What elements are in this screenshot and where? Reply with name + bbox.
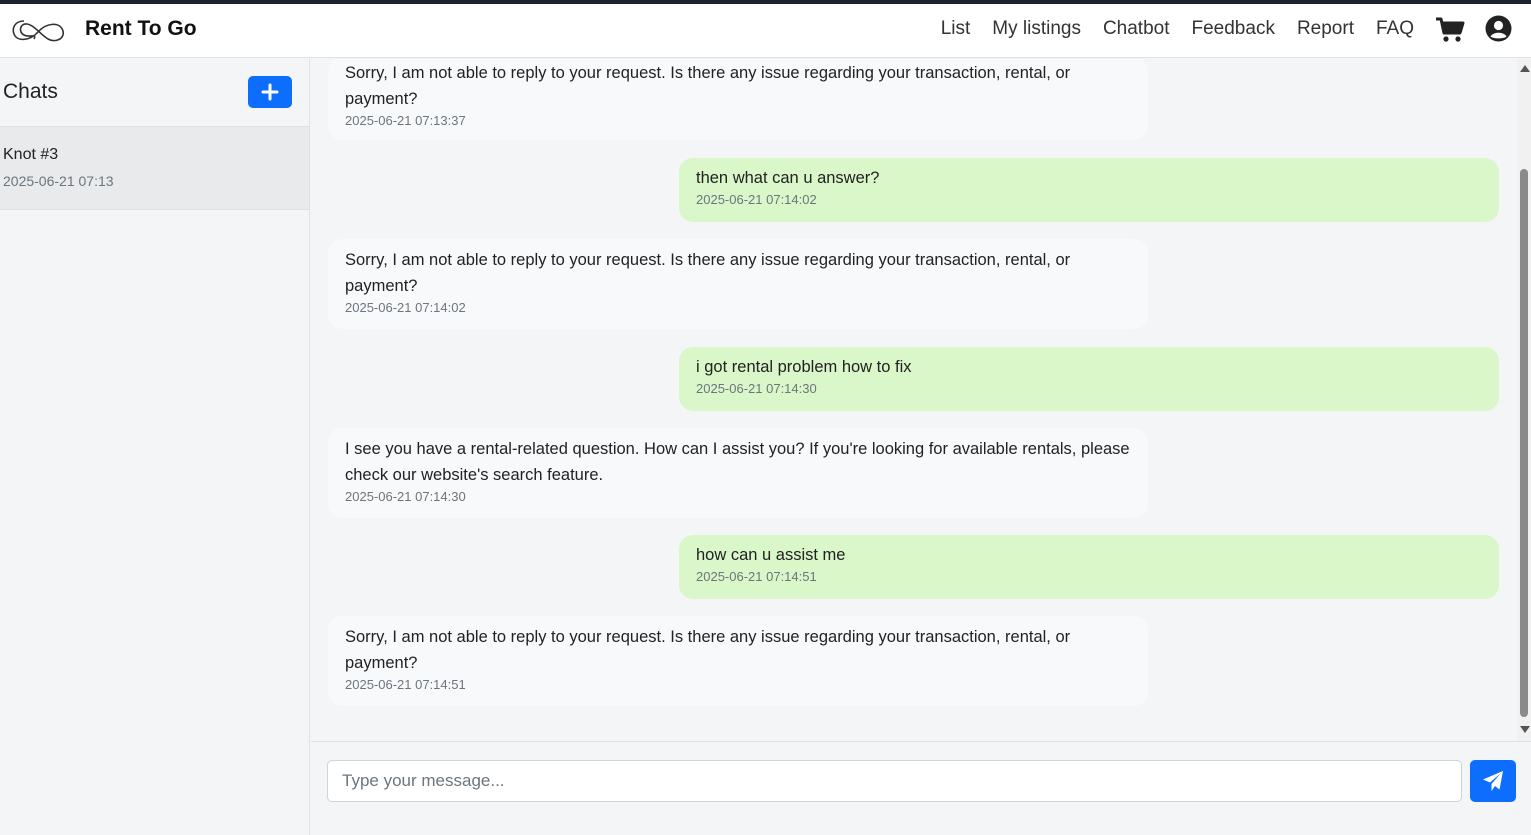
message-text: i got rental problem how to fix: [696, 358, 912, 376]
message-scrollbar[interactable]: [1517, 59, 1531, 741]
message-text: Sorry, I am not able to reply to your re…: [345, 64, 1071, 108]
message-time: 2025-06-21 07:14:51: [696, 569, 817, 584]
message-composer: [311, 741, 1531, 835]
message-text: Sorry, I am not able to reply to your re…: [345, 628, 1071, 672]
user-message: how can u assist me 2025-06-21 07:14:51: [679, 535, 1499, 599]
sidebar-title: Chats: [3, 80, 58, 103]
bot-message: Sorry, I am not able to reply to your re…: [328, 59, 1148, 140]
nav-my-listings[interactable]: My listings: [992, 18, 1081, 40]
navbar: Rent To Go List My listings Chatbot Feed…: [0, 4, 1531, 58]
message-text: I see you have a rental-related question…: [345, 440, 1130, 484]
bot-message: Sorry, I am not able to reply to your re…: [328, 616, 1148, 706]
message-time: 2025-06-21 07:14:02: [345, 300, 466, 315]
user-message: i got rental problem how to fix 2025-06-…: [679, 347, 1499, 411]
message-time: 2025-06-21 07:14:02: [696, 192, 817, 207]
nav-list[interactable]: List: [941, 18, 971, 40]
paper-plane-icon: [1483, 771, 1503, 791]
scroll-down-arrow-icon[interactable]: [1520, 726, 1530, 733]
nav-chatbot[interactable]: Chatbot: [1103, 18, 1170, 40]
message-time: 2025-06-21 07:14:30: [696, 381, 817, 396]
user-message: then what can u answer? 2025-06-21 07:14…: [679, 158, 1499, 222]
send-button[interactable]: [1470, 760, 1516, 802]
message-list: Sorry, I am not able to reply to your re…: [311, 59, 1516, 741]
nav-faq[interactable]: FAQ: [1376, 18, 1414, 40]
chat-list-item[interactable]: Knot #3 2025-06-21 07:13: [0, 127, 309, 210]
message-text: Sorry, I am not able to reply to your re…: [345, 251, 1071, 295]
bot-message: I see you have a rental-related question…: [328, 428, 1148, 518]
message-text: how can u assist me: [696, 546, 846, 564]
chat-panel: Sorry, I am not able to reply to your re…: [311, 59, 1531, 835]
brand-name[interactable]: Rent To Go: [85, 17, 197, 41]
plus-icon: [261, 83, 279, 101]
message-time: 2025-06-21 07:13:37: [345, 113, 466, 128]
user-circle-icon[interactable]: [1485, 15, 1512, 42]
new-chat-button[interactable]: [248, 76, 292, 108]
nav-links: List My listings Chatbot Feedback Report…: [919, 18, 1414, 40]
chat-name: Knot #3: [3, 146, 59, 163]
scroll-up-arrow-icon[interactable]: [1520, 65, 1530, 72]
nav-report[interactable]: Report: [1297, 18, 1354, 40]
scroll-thumb[interactable]: [1520, 169, 1528, 717]
cart-icon[interactable]: [1435, 16, 1465, 44]
nav-feedback[interactable]: Feedback: [1192, 18, 1275, 40]
sidebar-header: Chats: [0, 59, 309, 127]
infinity-knot-logo[interactable]: [10, 15, 66, 47]
message-text: then what can u answer?: [696, 169, 880, 187]
message-input[interactable]: [327, 760, 1462, 802]
message-time: 2025-06-21 07:14:51: [345, 677, 466, 692]
bot-message: Sorry, I am not able to reply to your re…: [328, 239, 1148, 329]
chat-time: 2025-06-21 07:13: [3, 173, 114, 189]
chat-sidebar: Chats Knot #3 2025-06-21 07:13: [0, 59, 310, 835]
message-time: 2025-06-21 07:14:30: [345, 489, 466, 504]
